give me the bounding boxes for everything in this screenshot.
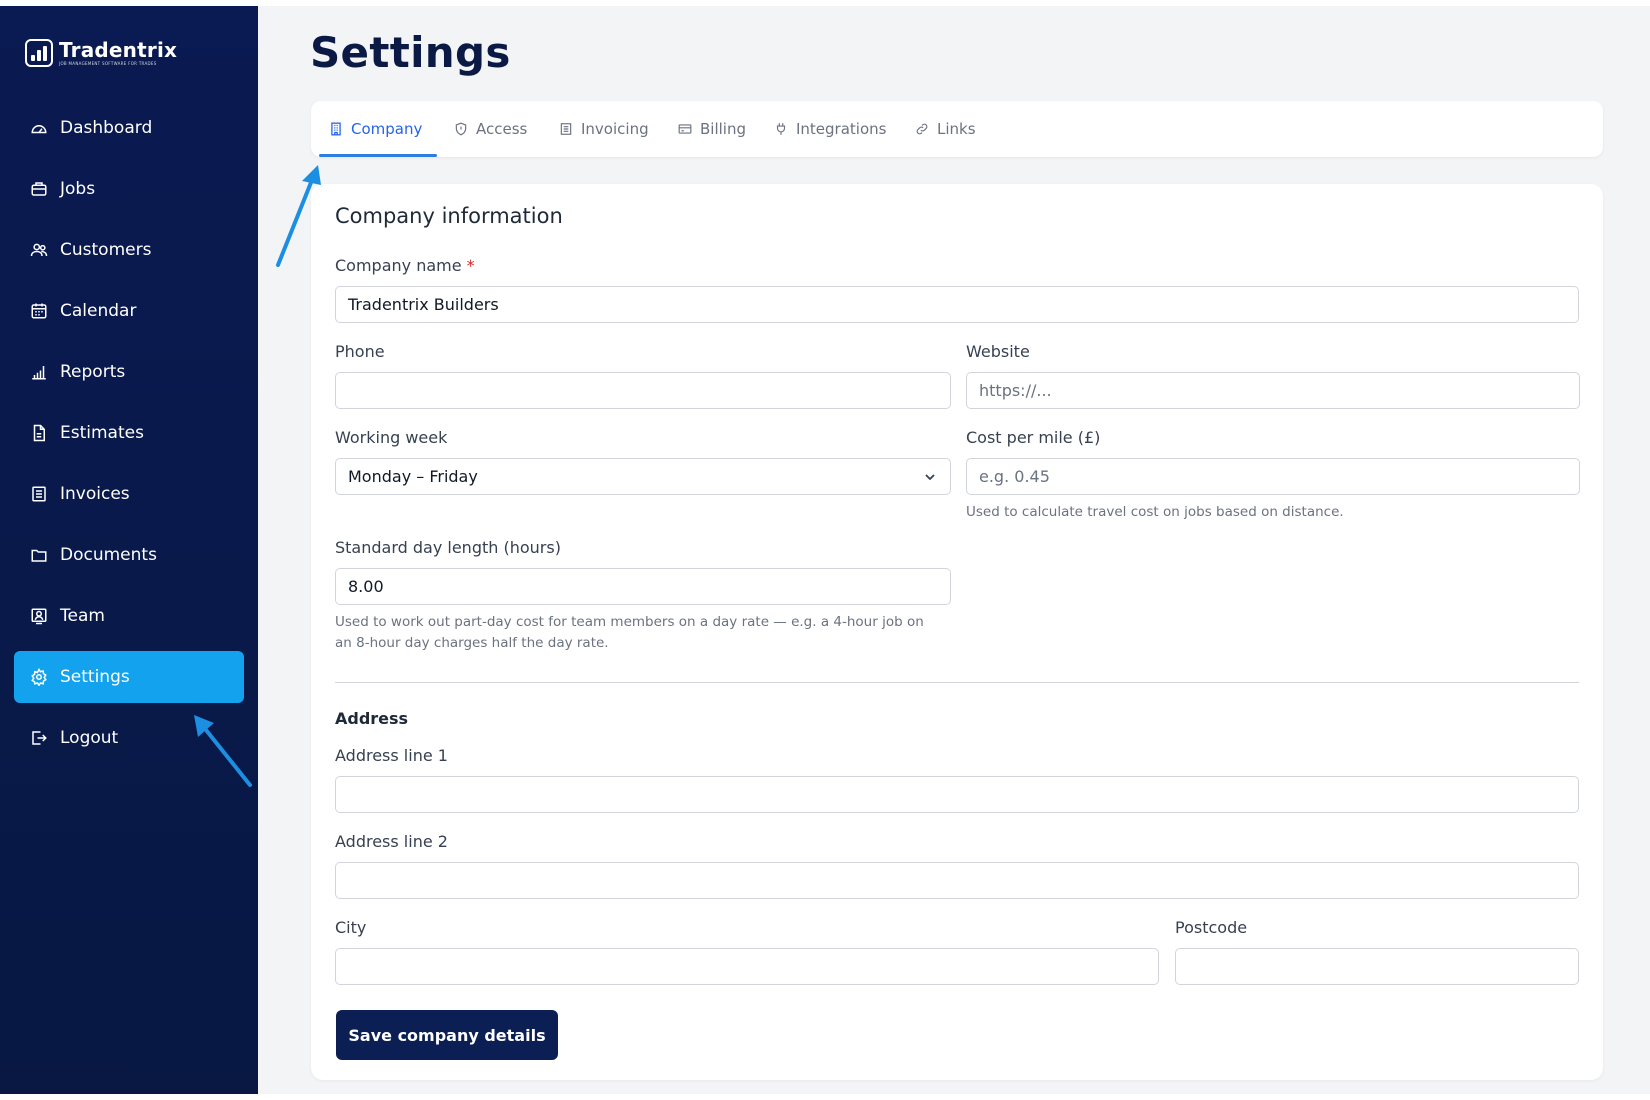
address-line1-input[interactable]	[335, 776, 1579, 813]
chevron-down-icon	[925, 474, 935, 481]
section-divider	[335, 682, 1579, 683]
sidebar-item-dashboard[interactable]: Dashboard	[14, 102, 244, 154]
tab-label: Access	[476, 120, 528, 138]
document-icon	[560, 123, 572, 135]
address-line2-input[interactable]	[335, 862, 1579, 899]
save-company-details-button[interactable]: Save company details	[336, 1010, 558, 1060]
link-icon	[916, 123, 928, 135]
phone-input[interactable]	[335, 372, 951, 409]
sidebar-item-label: Estimates	[60, 423, 144, 443]
working-week-select[interactable]: Monday – Friday	[335, 458, 951, 495]
credit-card-icon	[678, 124, 692, 134]
section-title: Company information	[335, 204, 563, 228]
cost-per-mile-help: Used to calculate travel cost on jobs ba…	[966, 504, 1344, 520]
invoice-icon	[30, 485, 48, 503]
file-icon	[30, 424, 48, 442]
sidebar-item-reports[interactable]: Reports	[14, 346, 244, 398]
sidebar-item-calendar[interactable]: Calendar	[14, 285, 244, 337]
sidebar-item-label: Reports	[60, 362, 126, 382]
app-frame: Tradentrix JOB MANAGEMENT SOFTWARE FOR T…	[0, 6, 1650, 1094]
address-line1-label: Address line 1	[335, 746, 448, 765]
active-tab-indicator	[319, 154, 437, 157]
bar-chart-icon	[30, 363, 48, 381]
users-icon	[30, 241, 48, 259]
calendar-icon	[30, 302, 48, 320]
plug-icon	[776, 123, 786, 135]
city-label: City	[335, 918, 367, 937]
sidebar: Tradentrix JOB MANAGEMENT SOFTWARE FOR T…	[0, 6, 258, 1094]
sidebar-item-label: Jobs	[60, 179, 96, 199]
required-mark: *	[466, 256, 475, 275]
sidebar-item-invoices[interactable]: Invoices	[14, 468, 244, 520]
sidebar-item-label: Documents	[60, 545, 157, 565]
day-length-help: Used to work out part-day cost for team …	[335, 614, 924, 651]
logo-icon	[25, 39, 53, 67]
sidebar-item-label: Customers	[60, 240, 152, 260]
team-icon	[30, 607, 48, 625]
dashboard-icon	[30, 119, 48, 137]
logout-icon	[30, 729, 48, 747]
brand-logo[interactable]: Tradentrix JOB MANAGEMENT SOFTWARE FOR T…	[25, 39, 177, 67]
working-week-value: Monday – Friday	[348, 467, 478, 486]
website-label: Website	[966, 342, 1030, 361]
annotation-arrow-tabs	[276, 165, 321, 267]
building-icon	[331, 122, 341, 136]
tab-label: Company	[351, 120, 423, 138]
website-input[interactable]: https://...	[966, 372, 1580, 409]
annotation-arrow-settings	[194, 715, 252, 787]
shield-icon	[455, 122, 467, 136]
company-form-card: Company information Company name * Trade…	[311, 184, 1603, 1080]
sidebar-item-label: Logout	[60, 728, 119, 748]
sidebar-item-label: Settings	[60, 667, 130, 687]
tab-company[interactable]: Company	[329, 101, 422, 157]
sidebar-item-label: Invoices	[60, 484, 130, 504]
sidebar-item-jobs[interactable]: Jobs	[14, 163, 244, 215]
tab-integrations[interactable]: Integrations	[774, 101, 886, 157]
tab-label: Integrations	[796, 120, 887, 138]
phone-label: Phone	[335, 342, 385, 361]
day-length-input[interactable]: 8.00	[335, 568, 951, 605]
sidebar-item-documents[interactable]: Documents	[14, 529, 244, 581]
tab-invoicing[interactable]: Invoicing	[559, 101, 649, 157]
tab-label: Links	[937, 120, 976, 138]
postcode-input[interactable]	[1175, 948, 1579, 985]
postcode-label: Postcode	[1175, 918, 1248, 937]
city-input[interactable]	[335, 948, 1159, 985]
briefcase-icon	[30, 180, 48, 198]
cost-per-mile-label: Cost per mile (£)	[966, 428, 1101, 447]
sidebar-item-label: Team	[60, 606, 105, 626]
gear-icon	[30, 668, 48, 686]
sidebar-item-team[interactable]: Team	[14, 590, 244, 642]
folder-icon	[30, 546, 48, 564]
address-line2-label: Address line 2	[335, 832, 448, 851]
tab-label: Billing	[700, 120, 746, 138]
sidebar-item-label: Dashboard	[60, 118, 153, 138]
cost-per-mile-input[interactable]: e.g. 0.45	[966, 458, 1580, 495]
settings-tabs: Company Access Invoicing Billing Integra…	[311, 101, 1603, 157]
tab-billing[interactable]: Billing	[678, 101, 746, 157]
tab-label: Invoicing	[581, 120, 649, 138]
tab-access[interactable]: Access	[454, 101, 527, 157]
company-name-input[interactable]: Tradentrix Builders	[335, 286, 1579, 323]
sidebar-nav: Dashboard Jobs Customers Calendar Report…	[14, 102, 244, 773]
sidebar-item-settings[interactable]: Settings	[14, 651, 244, 703]
sidebar-item-label: Calendar	[60, 301, 137, 321]
working-week-label: Working week	[335, 428, 448, 447]
brand-name: Tradentrix	[59, 38, 178, 62]
sidebar-item-estimates[interactable]: Estimates	[14, 407, 244, 459]
sidebar-item-customers[interactable]: Customers	[14, 224, 244, 276]
company-name-label: Company name *	[335, 256, 475, 275]
tab-links[interactable]: Links	[915, 101, 976, 157]
address-heading: Address	[335, 709, 409, 728]
day-length-label: Standard day length (hours)	[335, 538, 561, 557]
page-title: Settings	[310, 28, 511, 77]
brand-tagline: JOB MANAGEMENT SOFTWARE FOR TRADES	[59, 61, 157, 66]
